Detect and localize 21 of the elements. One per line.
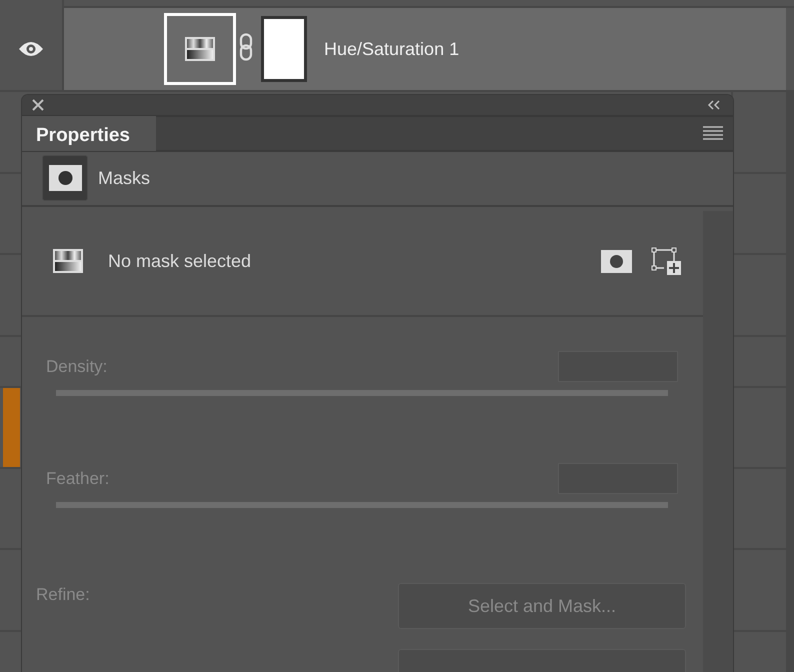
slider-track[interactable] [56, 502, 668, 508]
eye-icon[interactable] [18, 41, 44, 57]
layer-row[interactable]: Hue/Saturation 1 [64, 8, 786, 90]
chain-link-icon[interactable] [238, 32, 254, 60]
section-title: Masks [98, 168, 150, 189]
mask-status: No mask selected [108, 250, 252, 272]
mask-thumbnail[interactable] [261, 16, 307, 82]
adjustment-layer-icon [52, 248, 84, 274]
mask-icon [48, 165, 82, 192]
scrollbar-track[interactable] [703, 211, 733, 672]
masks-button[interactable] [42, 155, 88, 202]
layer-thumbnail[interactable] [164, 13, 236, 85]
properties-tab[interactable]: Properties [22, 116, 156, 151]
vector-mask-icon[interactable] [651, 247, 681, 275]
adjustment-layer-icon [184, 36, 216, 62]
layer-name: Hue/Saturation 1 [324, 38, 460, 60]
pixel-mask-icon[interactable] [601, 250, 632, 272]
slider-track[interactable] [56, 390, 668, 396]
collapse-icon[interactable] [707, 100, 721, 110]
close-icon[interactable] [32, 98, 44, 111]
menu-icon[interactable] [703, 126, 723, 140]
